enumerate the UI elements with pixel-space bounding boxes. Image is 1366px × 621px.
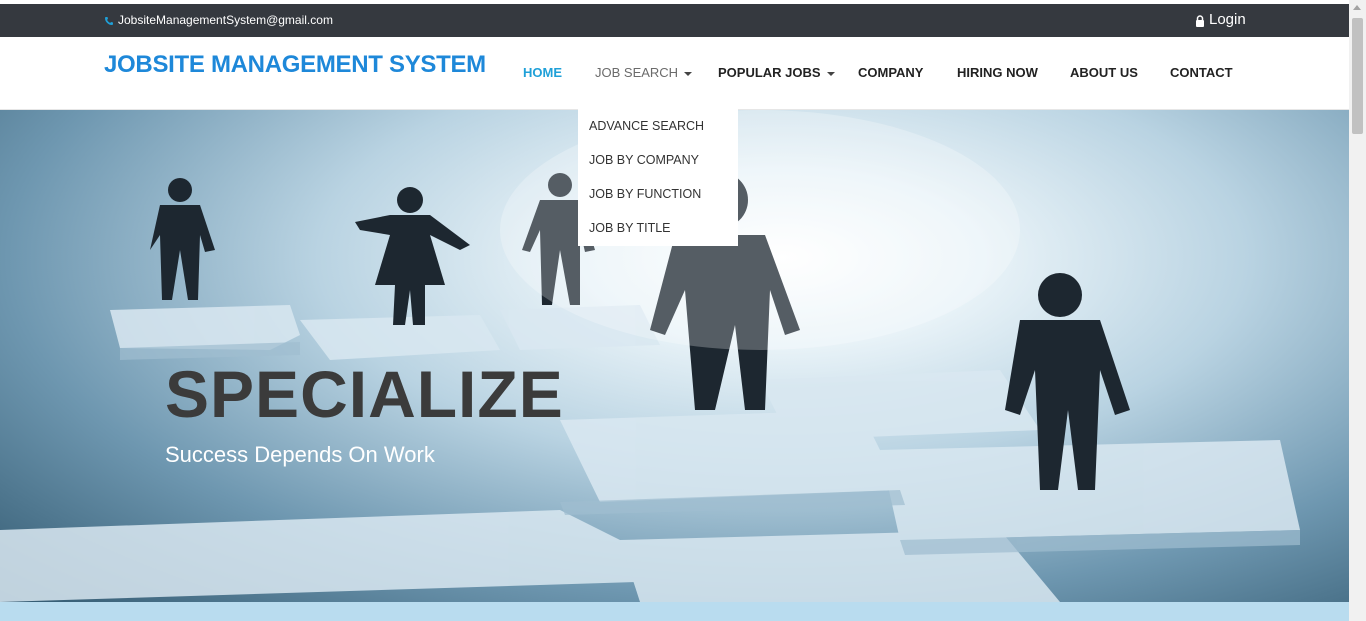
- top-bar: JobsiteManagementSystem@gmail.com Login: [0, 4, 1349, 37]
- login-label: Login: [1209, 11, 1246, 28]
- nav-home-label: HOME: [523, 65, 562, 80]
- nav-company[interactable]: COMPANY: [858, 65, 923, 80]
- nav-about-us-label: ABOUT US: [1070, 65, 1138, 80]
- menu-item-job-by-company[interactable]: JOB BY COMPANY: [589, 153, 699, 167]
- chevron-down-icon: [684, 71, 693, 76]
- next-section-band: [0, 602, 1349, 621]
- site-brand[interactable]: JOBSITE MANAGEMENT SYSTEM: [104, 51, 486, 79]
- chevron-down-icon: [826, 71, 835, 76]
- hero-subtitle: Success Depends On Work: [165, 442, 435, 467]
- page-scrollbar[interactable]: [1349, 0, 1366, 621]
- job-search-dropdown: ADVANCE SEARCH JOB BY COMPANY JOB BY FUN…: [578, 108, 738, 246]
- scroll-up-arrow-icon[interactable]: [1353, 5, 1361, 10]
- nav-about-us[interactable]: ABOUT US: [1070, 65, 1138, 80]
- nav-home[interactable]: HOME: [523, 65, 562, 80]
- nav-job-search-label: JOB SEARCH: [595, 65, 679, 80]
- scrollbar-thumb[interactable]: [1352, 18, 1363, 134]
- nav-contact-label: CONTACT: [1170, 65, 1233, 80]
- nav-popular-jobs[interactable]: POPULAR JOBS: [718, 65, 835, 80]
- contact-email[interactable]: JobsiteManagementSystem@gmail.com: [104, 13, 333, 27]
- main-navbar: JOBSITE MANAGEMENT SYSTEM HOME JOB SEARC…: [0, 37, 1349, 110]
- phone-icon: [104, 15, 114, 25]
- nav-job-search[interactable]: JOB SEARCH: [595, 65, 693, 80]
- nav-company-label: COMPANY: [858, 65, 924, 80]
- nav-hiring-now[interactable]: HIRING NOW: [957, 65, 1038, 80]
- menu-item-job-by-function[interactable]: JOB BY FUNCTION: [589, 187, 701, 201]
- hero-title: SPECIALIZE: [165, 357, 564, 431]
- menu-item-advance-search[interactable]: ADVANCE SEARCH: [589, 119, 704, 133]
- nav-contact[interactable]: CONTACT: [1170, 65, 1233, 80]
- login-link[interactable]: Login: [1195, 11, 1246, 28]
- lock-icon: [1195, 14, 1205, 27]
- nav-popular-jobs-label: POPULAR JOBS: [718, 65, 821, 80]
- menu-item-job-by-title[interactable]: JOB BY TITLE: [589, 221, 671, 235]
- contact-email-text: JobsiteManagementSystem@gmail.com: [118, 13, 333, 27]
- nav-hiring-now-label: HIRING NOW: [957, 65, 1038, 80]
